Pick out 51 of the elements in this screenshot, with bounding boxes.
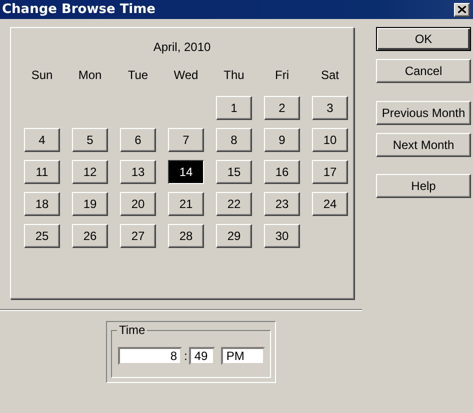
day-button[interactable]: 9	[264, 128, 300, 152]
day-button[interactable]: 30	[264, 224, 300, 248]
weekday-label: Tue	[126, 68, 150, 84]
weekday-label: Wed	[172, 68, 200, 84]
day-button[interactable]: 16	[264, 160, 300, 184]
day-button[interactable]: 17	[312, 160, 348, 184]
previous-month-button[interactable]: Previous Month	[376, 101, 471, 125]
day-button[interactable]: 4	[24, 128, 60, 152]
day-button[interactable]: 7	[168, 128, 204, 152]
day-button[interactable]: 26	[72, 224, 108, 248]
day-button[interactable]: 15	[216, 160, 252, 184]
weekday-label: Sat	[320, 68, 340, 84]
day-button[interactable]: 29	[216, 224, 252, 248]
help-button[interactable]: Help	[376, 174, 471, 198]
period-field[interactable]: PM	[221, 347, 266, 365]
month-label: April, 2010	[152, 40, 212, 56]
hour-field[interactable]: 8	[118, 347, 182, 365]
weekday-label: Thu	[222, 68, 246, 84]
day-button[interactable]: 20	[120, 192, 156, 216]
day-button[interactable]: 22	[216, 192, 252, 216]
weekday-label: Mon	[77, 68, 103, 84]
day-button[interactable]: 5	[72, 128, 108, 152]
day-button[interactable]: 6	[120, 128, 156, 152]
day-button[interactable]: 14	[168, 160, 204, 184]
day-button[interactable]: 23	[264, 192, 300, 216]
ok-button[interactable]: OK	[376, 27, 471, 51]
day-button[interactable]: 3	[312, 96, 348, 120]
time-label: Time	[117, 323, 148, 337]
day-button[interactable]: 1	[216, 96, 252, 120]
window-title: Change Browse Time	[2, 2, 156, 17]
time-separator: :	[184, 349, 188, 363]
day-button[interactable]: 25	[24, 224, 60, 248]
day-button[interactable]: 2	[264, 96, 300, 120]
day-button[interactable]: 12	[72, 160, 108, 184]
day-button[interactable]: 13	[120, 160, 156, 184]
next-month-button[interactable]: Next Month	[376, 133, 471, 157]
weekday-label: Sun	[30, 68, 54, 84]
close-icon	[458, 6, 466, 13]
close-button[interactable]	[454, 2, 470, 16]
cancel-button[interactable]: Cancel	[376, 59, 471, 83]
minute-field[interactable]: 49	[189, 347, 216, 365]
day-button[interactable]: 11	[24, 160, 60, 184]
day-button[interactable]: 24	[312, 192, 348, 216]
day-button[interactable]: 10	[312, 128, 348, 152]
day-button[interactable]: 27	[120, 224, 156, 248]
day-button[interactable]: 19	[72, 192, 108, 216]
day-button[interactable]: 28	[168, 224, 204, 248]
weekday-label: Fri	[274, 68, 290, 84]
day-button[interactable]: 8	[216, 128, 252, 152]
day-button[interactable]: 18	[24, 192, 60, 216]
day-button[interactable]: 21	[168, 192, 204, 216]
